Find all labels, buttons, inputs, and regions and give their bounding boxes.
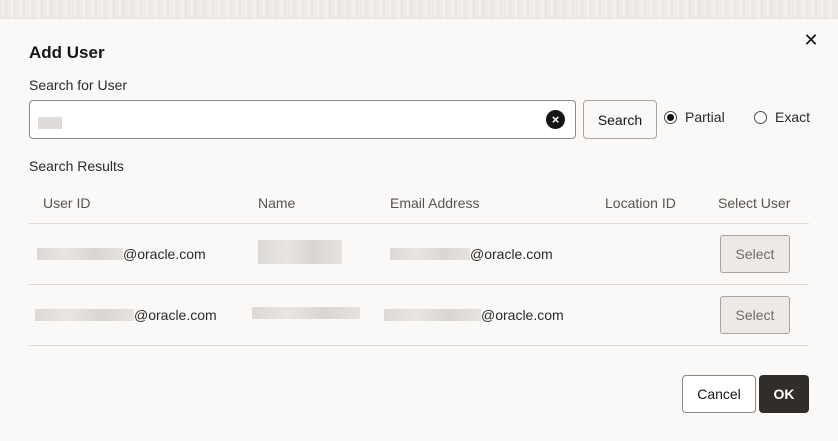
- email-cell: @oracle.com: [390, 246, 553, 262]
- column-header-email: Email Address: [390, 195, 480, 211]
- column-header-location-id: Location ID: [605, 195, 676, 211]
- cancel-button[interactable]: Cancel: [682, 375, 756, 413]
- close-icon: ✕: [803, 29, 819, 50]
- redacted-text: [384, 309, 481, 321]
- select-button[interactable]: Select: [720, 296, 790, 334]
- user-id-cell: @oracle.com: [35, 307, 217, 323]
- search-button[interactable]: Search: [583, 100, 657, 139]
- radio-partial[interactable]: Partial: [664, 109, 725, 125]
- page-backdrop: [0, 0, 838, 18]
- add-user-dialog: Add User ✕ Search for User × Search Part…: [0, 18, 838, 441]
- search-label: Search for User: [29, 77, 128, 93]
- name-cell: [258, 240, 342, 264]
- email-suffix: @oracle.com: [481, 307, 564, 323]
- column-header-user-id: User ID: [43, 195, 91, 211]
- search-value-redacted: [38, 117, 62, 129]
- name-cell: [252, 307, 360, 319]
- radio-exact-label: Exact: [775, 109, 811, 125]
- radio-partial-indicator[interactable]: [664, 110, 677, 124]
- results-table: User ID Name Email Address Location ID S…: [29, 183, 809, 346]
- table-row: @oracle.com @oracle.com Select: [29, 285, 809, 346]
- results-label: Search Results: [29, 158, 124, 174]
- redacted-text: [35, 309, 134, 321]
- table-row: @oracle.com @oracle.com Select: [29, 224, 809, 285]
- column-header-name: Name: [258, 195, 296, 211]
- redacted-text: [258, 240, 342, 264]
- user-id-suffix: @oracle.com: [134, 307, 217, 323]
- user-id-cell: @oracle.com: [37, 246, 206, 262]
- dialog-title: Add User: [29, 43, 105, 62]
- column-header-select-user: Select User: [718, 195, 791, 211]
- user-id-suffix: @oracle.com: [123, 246, 206, 262]
- radio-partial-label: Partial: [685, 109, 725, 125]
- email-suffix: @oracle.com: [470, 246, 553, 262]
- radio-exact[interactable]: Exact: [754, 109, 810, 125]
- redacted-text: [252, 307, 360, 319]
- ok-button[interactable]: OK: [759, 375, 809, 413]
- search-input[interactable]: ×: [29, 100, 576, 139]
- email-cell: @oracle.com: [384, 307, 564, 323]
- redacted-text: [390, 248, 470, 260]
- close-button[interactable]: ✕: [800, 29, 822, 51]
- radio-exact-indicator[interactable]: [754, 110, 767, 124]
- clear-circle-icon[interactable]: ×: [546, 110, 565, 129]
- table-header: User ID Name Email Address Location ID S…: [29, 183, 809, 224]
- select-button[interactable]: Select: [720, 235, 790, 273]
- redacted-text: [37, 248, 123, 260]
